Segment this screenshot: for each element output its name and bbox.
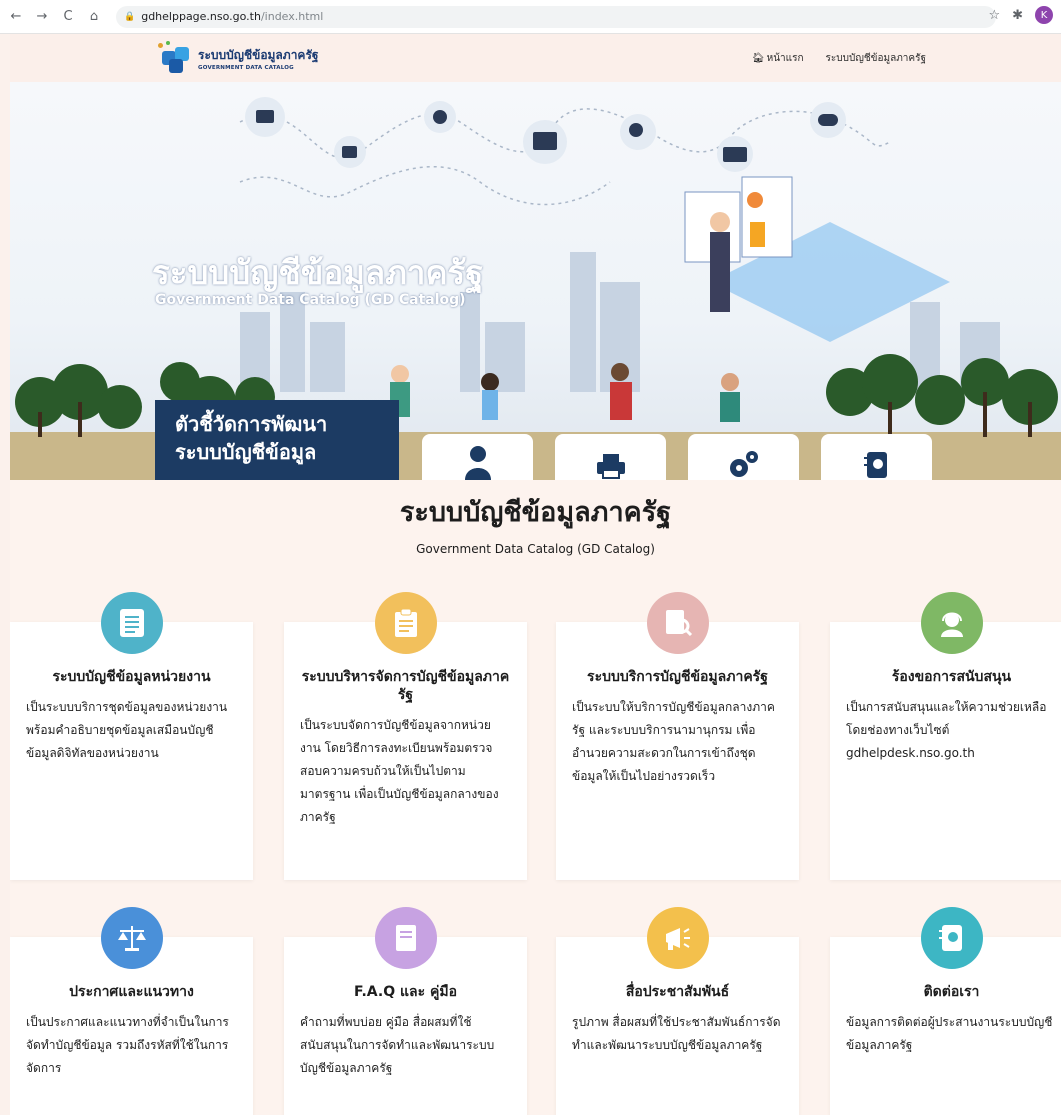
url-path: /index.html: [260, 10, 324, 23]
section-subtitle: Government Data Catalog (GD Catalog): [416, 542, 655, 556]
clipboard-icon: [394, 608, 417, 637]
hero-banner: ระบบบัญชีข้อมูลภาครัฐ Government Data Ca…: [10, 82, 1061, 480]
card-description: เป็นการสนับสนุนและให้ความช่วยเหลือ โดยช่…: [846, 700, 1047, 760]
card-description: รูปภาพ สื่อผสมที่ใช้ประชาสัมพันธ์การจัดท…: [572, 1015, 781, 1052]
hero-card-contact[interactable]: [821, 434, 932, 480]
card-icon-circle: [374, 907, 437, 969]
lock-icon: 🔒: [124, 11, 136, 22]
card-support-request[interactable]: ร้องขอการสนับสนุน เป็นการสนับสนุนและให้ค…: [830, 592, 1061, 880]
card-title: สื่อประชาสัมพันธ์: [625, 984, 730, 1000]
user-icon: [464, 446, 491, 480]
browser-toolbar: ← → C ⌂ 🔒 gdhelppage.nso.go.th/index.htm…: [0, 0, 1061, 34]
card-icon-circle: [100, 907, 163, 969]
site-header: ระบบบัญชีข้อมูลภาครัฐ GOVERNMENT DATA CA…: [10, 34, 1061, 82]
megaphone-icon: [665, 928, 690, 950]
nav-home-label: หน้าแรก: [766, 53, 804, 64]
card-contact-us[interactable]: ติดต่อเรา ข้อมูลการติดต่อผู้ประสานงานระบ…: [830, 907, 1061, 1115]
card-icon-circle: [100, 592, 163, 654]
card-title: ระบบบริหารจัดการบัญชีข้อมูลภาครัฐ: [301, 669, 510, 703]
home-icon[interactable]: ⌂: [84, 9, 104, 24]
extensions-icon[interactable]: ✱: [1012, 8, 1023, 23]
card-public-relations[interactable]: สื่อประชาสัมพันธ์ รูปภาพ สื่อผสมที่ใช้ปร…: [556, 907, 799, 1115]
card-description: เป็นประกาศและแนวทางที่จำเป็นในการจัดทำบั…: [26, 1015, 229, 1075]
hero-card-user[interactable]: [422, 434, 533, 480]
reload-icon[interactable]: C: [58, 9, 78, 24]
contact-book-icon: [863, 452, 887, 478]
card-icon-circle: [374, 592, 437, 654]
hero-card-gears[interactable]: [688, 434, 799, 480]
support-agent-icon: [940, 612, 963, 637]
card-description: เป็นระบบให้บริการบัญชีข้อมูลกลางภาครัฐ แ…: [572, 700, 775, 783]
card-title: ระบบบัญชีข้อมูลหน่วยงาน: [52, 669, 211, 685]
card-title: ติดต่อเรา: [923, 984, 980, 1000]
nav-catalog-link[interactable]: ระบบบัญชีข้อมูลภาครัฐ: [826, 51, 926, 66]
address-bar[interactable]: 🔒 gdhelppage.nso.go.th/index.html: [116, 5, 996, 28]
card-title: ร้องขอการสนับสนุน: [891, 669, 1012, 685]
card-icon-circle: [920, 592, 983, 654]
card-catalog-management[interactable]: ระบบบริหารจัดการบัญชีข้อมูลภาครัฐ เป็นระ…: [284, 592, 527, 880]
avatar[interactable]: K: [1035, 6, 1053, 24]
card-icon-circle: [646, 592, 709, 654]
kpi-banner-button[interactable]: ตัวชี้วัดการพัฒนา ระบบบัญชีข้อมูล: [155, 400, 399, 480]
printer-icon: [596, 454, 625, 479]
top-nav: 🏠︎ หน้าแรก ระบบบัญชีข้อมูลภาครัฐ: [752, 51, 926, 66]
card-catalog-service[interactable]: ระบบบริการบัญชีข้อมูลภาครัฐ เป็นระบบให้บ…: [556, 592, 799, 880]
home-icon: 🏠︎: [751, 53, 765, 64]
card-description: เป็นระบบบริการชุดข้อมูลของหน่วยงานพร้อมค…: [26, 700, 228, 760]
logo-subtitle: GOVERNMENT DATA CATALOG: [198, 64, 294, 71]
web-page: ระบบบัญชีข้อมูลภาครัฐ GOVERNMENT DATA CA…: [10, 34, 1061, 1115]
section-title: ระบบบัญชีข้อมูลภาครัฐ: [399, 497, 672, 528]
book-icon: [395, 925, 416, 951]
scales-icon: [117, 926, 146, 951]
card-description: ข้อมูลการติดต่อผู้ประสานงานระบบบัญชีข้อม…: [846, 1015, 1053, 1052]
forward-icon[interactable]: →: [32, 9, 52, 24]
document-list-icon: [119, 609, 144, 637]
card-announcements[interactable]: ประกาศและแนวทาง เป็นประกาศและแนวทางที่จำ…: [10, 907, 253, 1115]
card-faq-manual[interactable]: F.A.Q และ คู่มือ คำถามที่พบบ่อย คู่มือ ส…: [284, 907, 527, 1115]
card-icon-circle: [646, 907, 709, 969]
document-search-icon: [665, 610, 692, 637]
hero-subtitle: Government Data Catalog (GD Catalog): [155, 292, 466, 308]
gears-icon: [729, 451, 758, 477]
logo-title: ระบบบัญชีข้อมูลภาครัฐ: [198, 47, 319, 62]
card-title: F.A.Q และ คู่มือ: [353, 984, 457, 1000]
nav-home-link[interactable]: 🏠︎ หน้าแรก: [752, 51, 804, 66]
back-icon[interactable]: ←: [6, 9, 26, 24]
card-agency-catalog[interactable]: ระบบบัญชีข้อมูลหน่วยงาน เป็นระบบบริการชุ…: [10, 592, 253, 880]
contact-book-icon: [938, 925, 962, 951]
url-host: gdhelppage.nso.go.th: [141, 10, 261, 23]
card-description: คำถามที่พบบ่อย คู่มือ สื่อผสมที่ใช้สนับส…: [300, 1015, 495, 1075]
site-logo[interactable]: ระบบบัญชีข้อมูลภาครัฐ GOVERNMENT DATA CA…: [158, 41, 319, 75]
card-title: ประกาศและแนวทาง: [69, 984, 194, 1000]
kpi-line-1: ตัวชี้วัดการพัฒนา: [175, 412, 328, 436]
star-icon[interactable]: ☆: [988, 8, 1000, 23]
card-icon-circle: [920, 907, 983, 969]
hero-card-printer[interactable]: [555, 434, 666, 480]
card-description: เป็นระบบจัดการบัญชีข้อมูลจากหน่วยงาน โดย…: [300, 718, 499, 824]
gd-logo-icon: [158, 41, 194, 75]
card-title: ระบบบริการบัญชีข้อมูลภาครัฐ: [587, 669, 768, 685]
kpi-line-2: ระบบบัญชีข้อมูล: [175, 440, 317, 464]
